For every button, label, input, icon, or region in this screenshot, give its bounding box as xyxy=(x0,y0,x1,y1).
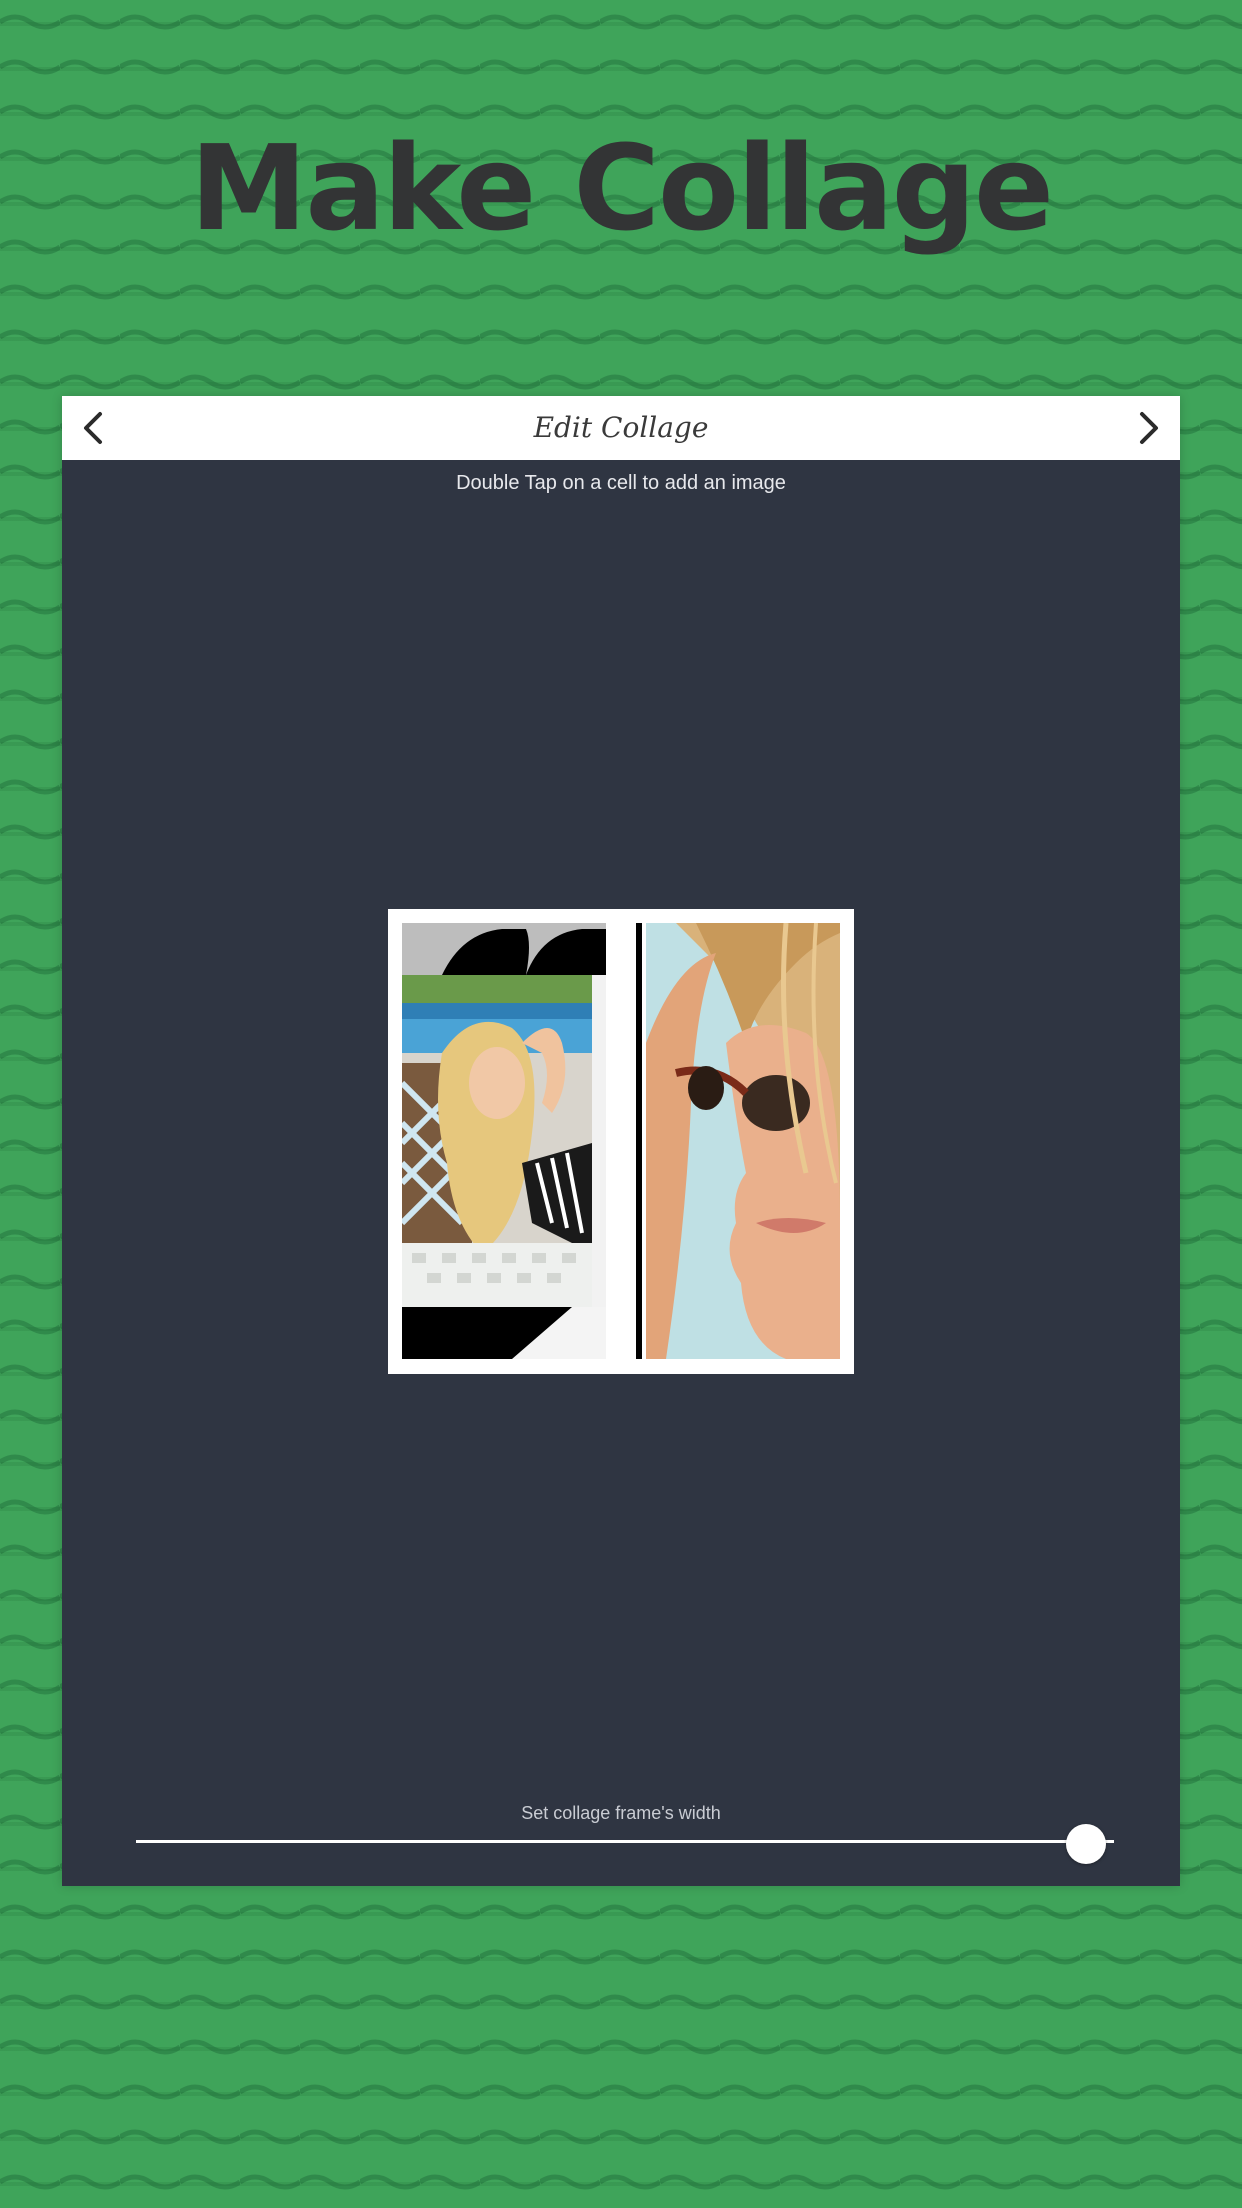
navbar-title: Edit Collage xyxy=(533,411,709,444)
photo-woman-poolside xyxy=(402,923,606,1359)
photo-woman-sunglasses xyxy=(636,923,840,1359)
slider-thumb[interactable] xyxy=(1066,1824,1106,1864)
next-button[interactable] xyxy=(1124,404,1172,452)
collage-editor-screen: Edit Collage Double Tap on a cell to add… xyxy=(62,396,1180,1886)
collage-frame xyxy=(388,909,854,1374)
collage-cell-left[interactable] xyxy=(402,923,606,1359)
navigation-bar: Edit Collage xyxy=(62,396,1180,460)
page-title: Make Collage xyxy=(189,119,1054,257)
slider-track xyxy=(136,1840,1114,1843)
chevron-right-icon xyxy=(1140,412,1158,444)
collage-cell-right[interactable] xyxy=(636,923,840,1359)
double-tap-hint: Double Tap on a cell to add an image xyxy=(456,472,786,494)
frame-width-slider[interactable] xyxy=(136,1824,1114,1864)
frame-width-label: Set collage frame's width xyxy=(521,1803,721,1823)
